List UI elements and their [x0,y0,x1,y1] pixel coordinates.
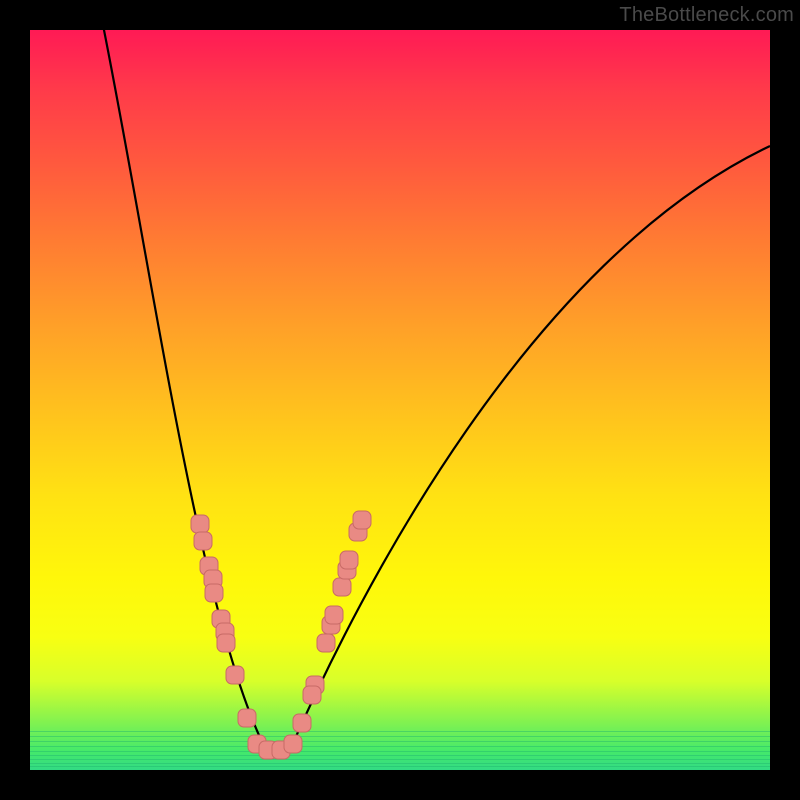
chart-frame: TheBottleneck.com [0,0,800,800]
data-marker [226,666,244,684]
curve-svg [30,30,770,770]
data-marker [238,709,256,727]
data-marker [205,584,223,602]
data-marker [353,511,371,529]
data-marker [194,532,212,550]
bottleneck-curve [102,30,770,750]
data-marker [333,578,351,596]
data-marker [303,686,321,704]
data-marker [293,714,311,732]
data-marker [340,551,358,569]
data-marker [317,634,335,652]
watermark-text: TheBottleneck.com [619,4,794,27]
data-marker [217,634,235,652]
data-marker [191,515,209,533]
data-marker [284,735,302,753]
plot-area [30,30,770,770]
data-marker [325,606,343,624]
